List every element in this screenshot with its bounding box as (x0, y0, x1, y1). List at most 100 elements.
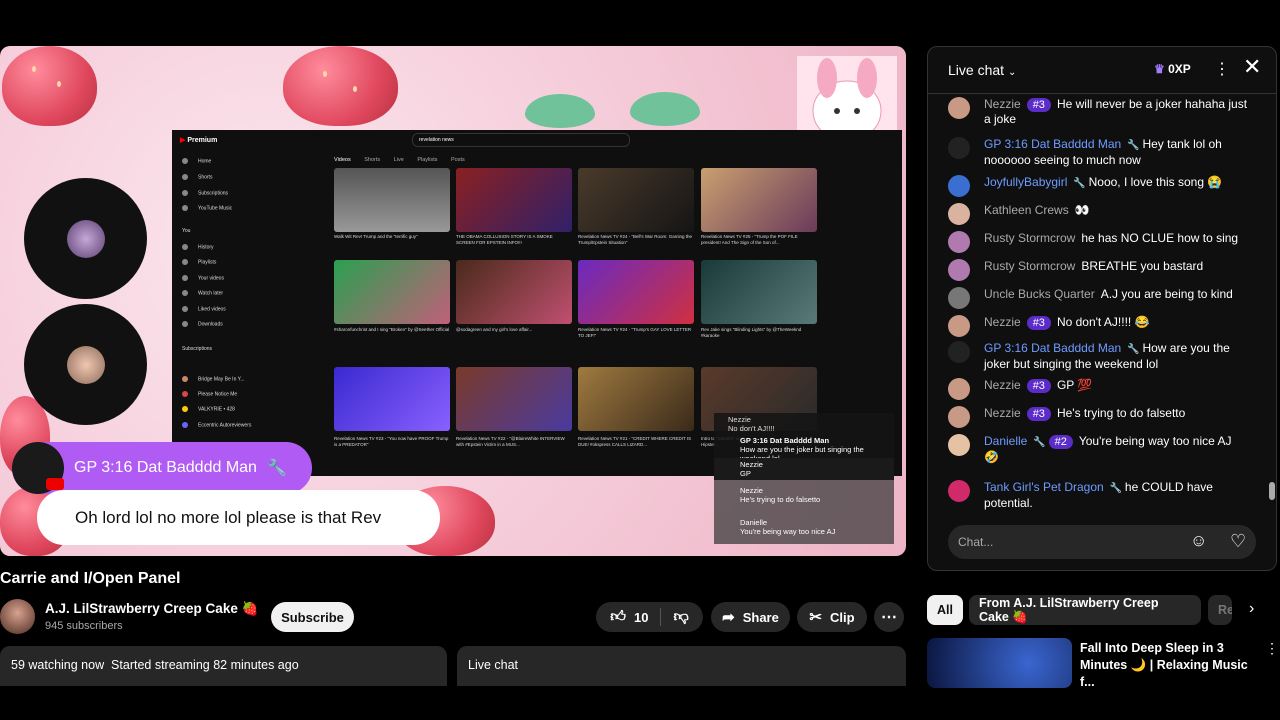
subscribe-button[interactable]: Subscribe (271, 602, 354, 632)
chevron-right-icon[interactable]: › (1249, 600, 1254, 618)
chat-author-name[interactable]: Nezzie (984, 406, 1021, 420)
chat-scrollbar[interactable] (1269, 94, 1275, 512)
chat-avatar[interactable] (948, 341, 970, 363)
dislike-button[interactable]: 👎︎ (661, 608, 688, 626)
mini-chat-text: He's trying to do falsetto (740, 495, 821, 504)
chip-recommended[interactable]: Re (1208, 595, 1232, 625)
screen-thumbnail (456, 367, 572, 431)
leaf-decoration (630, 92, 700, 126)
screen-thumbnail (578, 367, 694, 431)
video-thumbnail[interactable] (927, 638, 1072, 688)
youtube-icon (46, 478, 64, 490)
chat-message[interactable]: JoyfullyBabygirl 🔧 Nooo, I love this song… (948, 175, 1248, 197)
recommended-video-title[interactable]: Fall Into Deep Sleep in 3 Minutes 🌙 | Re… (1080, 640, 1260, 691)
thumbs-down-icon: 👎︎ (673, 608, 689, 625)
webcam-disc-1 (24, 178, 147, 299)
screen-channel-tabs: Videos Shorts Live Playlists Posts (334, 157, 465, 163)
chat-author-name[interactable]: Tank Girl's Pet Dragon (984, 480, 1104, 494)
mini-chat-name: Nezzie (728, 415, 751, 424)
screen-thumbnail (334, 260, 450, 324)
chat-author-name[interactable]: Rusty Stormcrow (984, 259, 1075, 273)
chat-message-text: He will never be a joker hahaha just a j… (984, 97, 1248, 126)
chat-message-text: 👀 (1074, 203, 1090, 217)
chat-author-name[interactable]: Uncle Bucks Quarter (984, 287, 1095, 301)
chat-avatar[interactable] (948, 203, 970, 225)
more-actions-button[interactable]: ⋯ (874, 602, 904, 632)
chat-message[interactable]: Kathleen Crews 👀 (948, 203, 1248, 225)
member-rank-badge: #3 (1026, 98, 1051, 112)
chat-author-name[interactable]: GP 3:16 Dat Badddd Man (984, 137, 1121, 151)
chat-author-name[interactable]: GP 3:16 Dat Badddd Man (984, 341, 1121, 355)
wrench-icon: 🔧 (1127, 344, 1143, 355)
chat-message[interactable]: GP 3:16 Dat Badddd Man 🔧 How are you the … (948, 341, 1248, 371)
emoji-icon[interactable]: ☺ (1190, 531, 1207, 551)
chat-author-name[interactable]: Nezzie (984, 378, 1021, 392)
heart-icon[interactable]: ♡ (1230, 531, 1246, 552)
chat-avatar[interactable] (948, 231, 970, 253)
screen-sidebar-item: Downloads (182, 321, 223, 327)
more-vert-icon[interactable]: ⋮ (1265, 640, 1279, 657)
description-box[interactable]: 59 watching now Started streaming 82 min… (0, 646, 447, 686)
chat-message[interactable]: Danielle 🔧 #2 You're being way too nice AJ… (948, 434, 1248, 464)
screen-video-title: #sharonfunchrist and I sing "Broken" by … (334, 327, 450, 332)
chat-author-name[interactable]: Rusty Stormcrow (984, 231, 1075, 245)
chat-message[interactable]: Rusty Stormcrow BREATHE you bastard (948, 259, 1248, 281)
member-rank-badge: #2 (1048, 435, 1073, 449)
chat-avatar[interactable] (948, 480, 970, 502)
chat-author-name[interactable]: Danielle (984, 434, 1027, 448)
chat-avatar[interactable] (948, 97, 970, 119)
xp-badge[interactable]: ♛ 0XP (1154, 62, 1191, 76)
chat-avatar[interactable] (948, 259, 970, 281)
chat-message[interactable]: Rusty Stormcrow he has NO CLUE how to sin… (948, 231, 1248, 253)
chat-message[interactable]: Tank Girl's Pet Dragon 🔧 he COULD have po… (948, 480, 1248, 510)
chat-header: Live chat ⌄ ♛ 0XP ⋮ ✕ (928, 47, 1276, 94)
clip-button[interactable]: ✂ Clip (797, 602, 867, 632)
mini-chat-name: GP 3:16 Dat Badddd Man (740, 436, 830, 445)
video-player[interactable]: ▶ Premium revelation news Videos Shorts … (0, 46, 906, 556)
more-vert-icon[interactable]: ⋮ (1214, 59, 1230, 79)
chat-mode-dropdown[interactable]: Live chat ⌄ (948, 62, 1016, 78)
chat-message[interactable]: GP 3:16 Dat Badddd Man 🔧 Hey tank lol oh … (948, 137, 1248, 167)
chat-message[interactable]: Uncle Bucks Quarter A.J you are being to … (948, 287, 1248, 309)
youtube-premium-logo: ▶ Premium (180, 137, 218, 144)
screen-sidebar-item: Eccentric Autoreviewers (182, 422, 251, 428)
chat-message[interactable]: Nezzie #3 He's trying to do falsetto (948, 406, 1248, 428)
close-icon[interactable]: ✕ (1243, 56, 1261, 78)
thumbs-up-icon: 👍︎ (610, 608, 626, 625)
chat-avatar[interactable] (948, 378, 970, 400)
chat-author-name[interactable]: Nezzie (984, 315, 1021, 329)
chip-all[interactable]: All (927, 595, 963, 625)
scrollbar-thumb[interactable] (1269, 482, 1275, 500)
chat-message[interactable]: Nezzie #3 He will never be a joker hahaha … (948, 97, 1248, 126)
chat-avatar[interactable] (948, 287, 970, 309)
stream-stats: 59 watching now Started streaming 82 min… (11, 658, 299, 672)
like-button[interactable]: 👍︎ 10 (610, 608, 662, 626)
screen-sidebar-item: You (182, 228, 191, 234)
chat-input[interactable]: Chat... ☺ (948, 525, 1256, 559)
screen-video-title: @sodagreen and my girl's love affair... (456, 327, 533, 332)
live-chat-section[interactable]: Live chat (457, 646, 906, 686)
screen-video-title: THE OBAMA COLLUSION STORY IS A SMOKE SCR… (456, 234, 553, 245)
chat-author-name[interactable]: Nezzie (984, 97, 1021, 111)
channel-name[interactable]: A.J. LilStrawberry Creep Cake 🍓 (45, 601, 258, 617)
chat-avatar[interactable] (948, 434, 970, 456)
chat-message[interactable]: Nezzie #3 No don't AJ!!!! 😂 (948, 315, 1248, 337)
chip-from-channel[interactable]: From A.J. LilStrawberry Creep Cake 🍓 (969, 595, 1201, 625)
chat-author-name[interactable]: Kathleen Crews (984, 203, 1069, 217)
subscriber-count: 945 subscribers (45, 620, 123, 632)
chat-avatar[interactable] (948, 406, 970, 428)
scissors-icon: ✂ (809, 609, 822, 626)
clip-label: Clip (830, 609, 855, 625)
chat-message[interactable]: Nezzie #3 GP 💯 (948, 378, 1248, 400)
channel-avatar[interactable] (0, 599, 35, 634)
chat-avatar[interactable] (948, 137, 970, 159)
crown-icon: ♛ (1154, 62, 1165, 76)
chat-avatar[interactable] (948, 315, 970, 337)
chat-message-text: BREATHE you bastard (1081, 259, 1204, 273)
screen-video-title: Revelation News TV #25 - "Trump the POF … (701, 234, 798, 245)
share-button[interactable]: ➦ Share (711, 602, 790, 632)
chat-author-name[interactable]: JoyfullyBabygirl (984, 175, 1067, 189)
chat-avatar[interactable] (948, 175, 970, 197)
screen-video-title: Walk Wit Rev! Trump and the "terrific gu… (334, 234, 418, 239)
recommended-video[interactable]: Fall Into Deep Sleep in 3 Minutes 🌙 | Re… (927, 638, 1279, 691)
